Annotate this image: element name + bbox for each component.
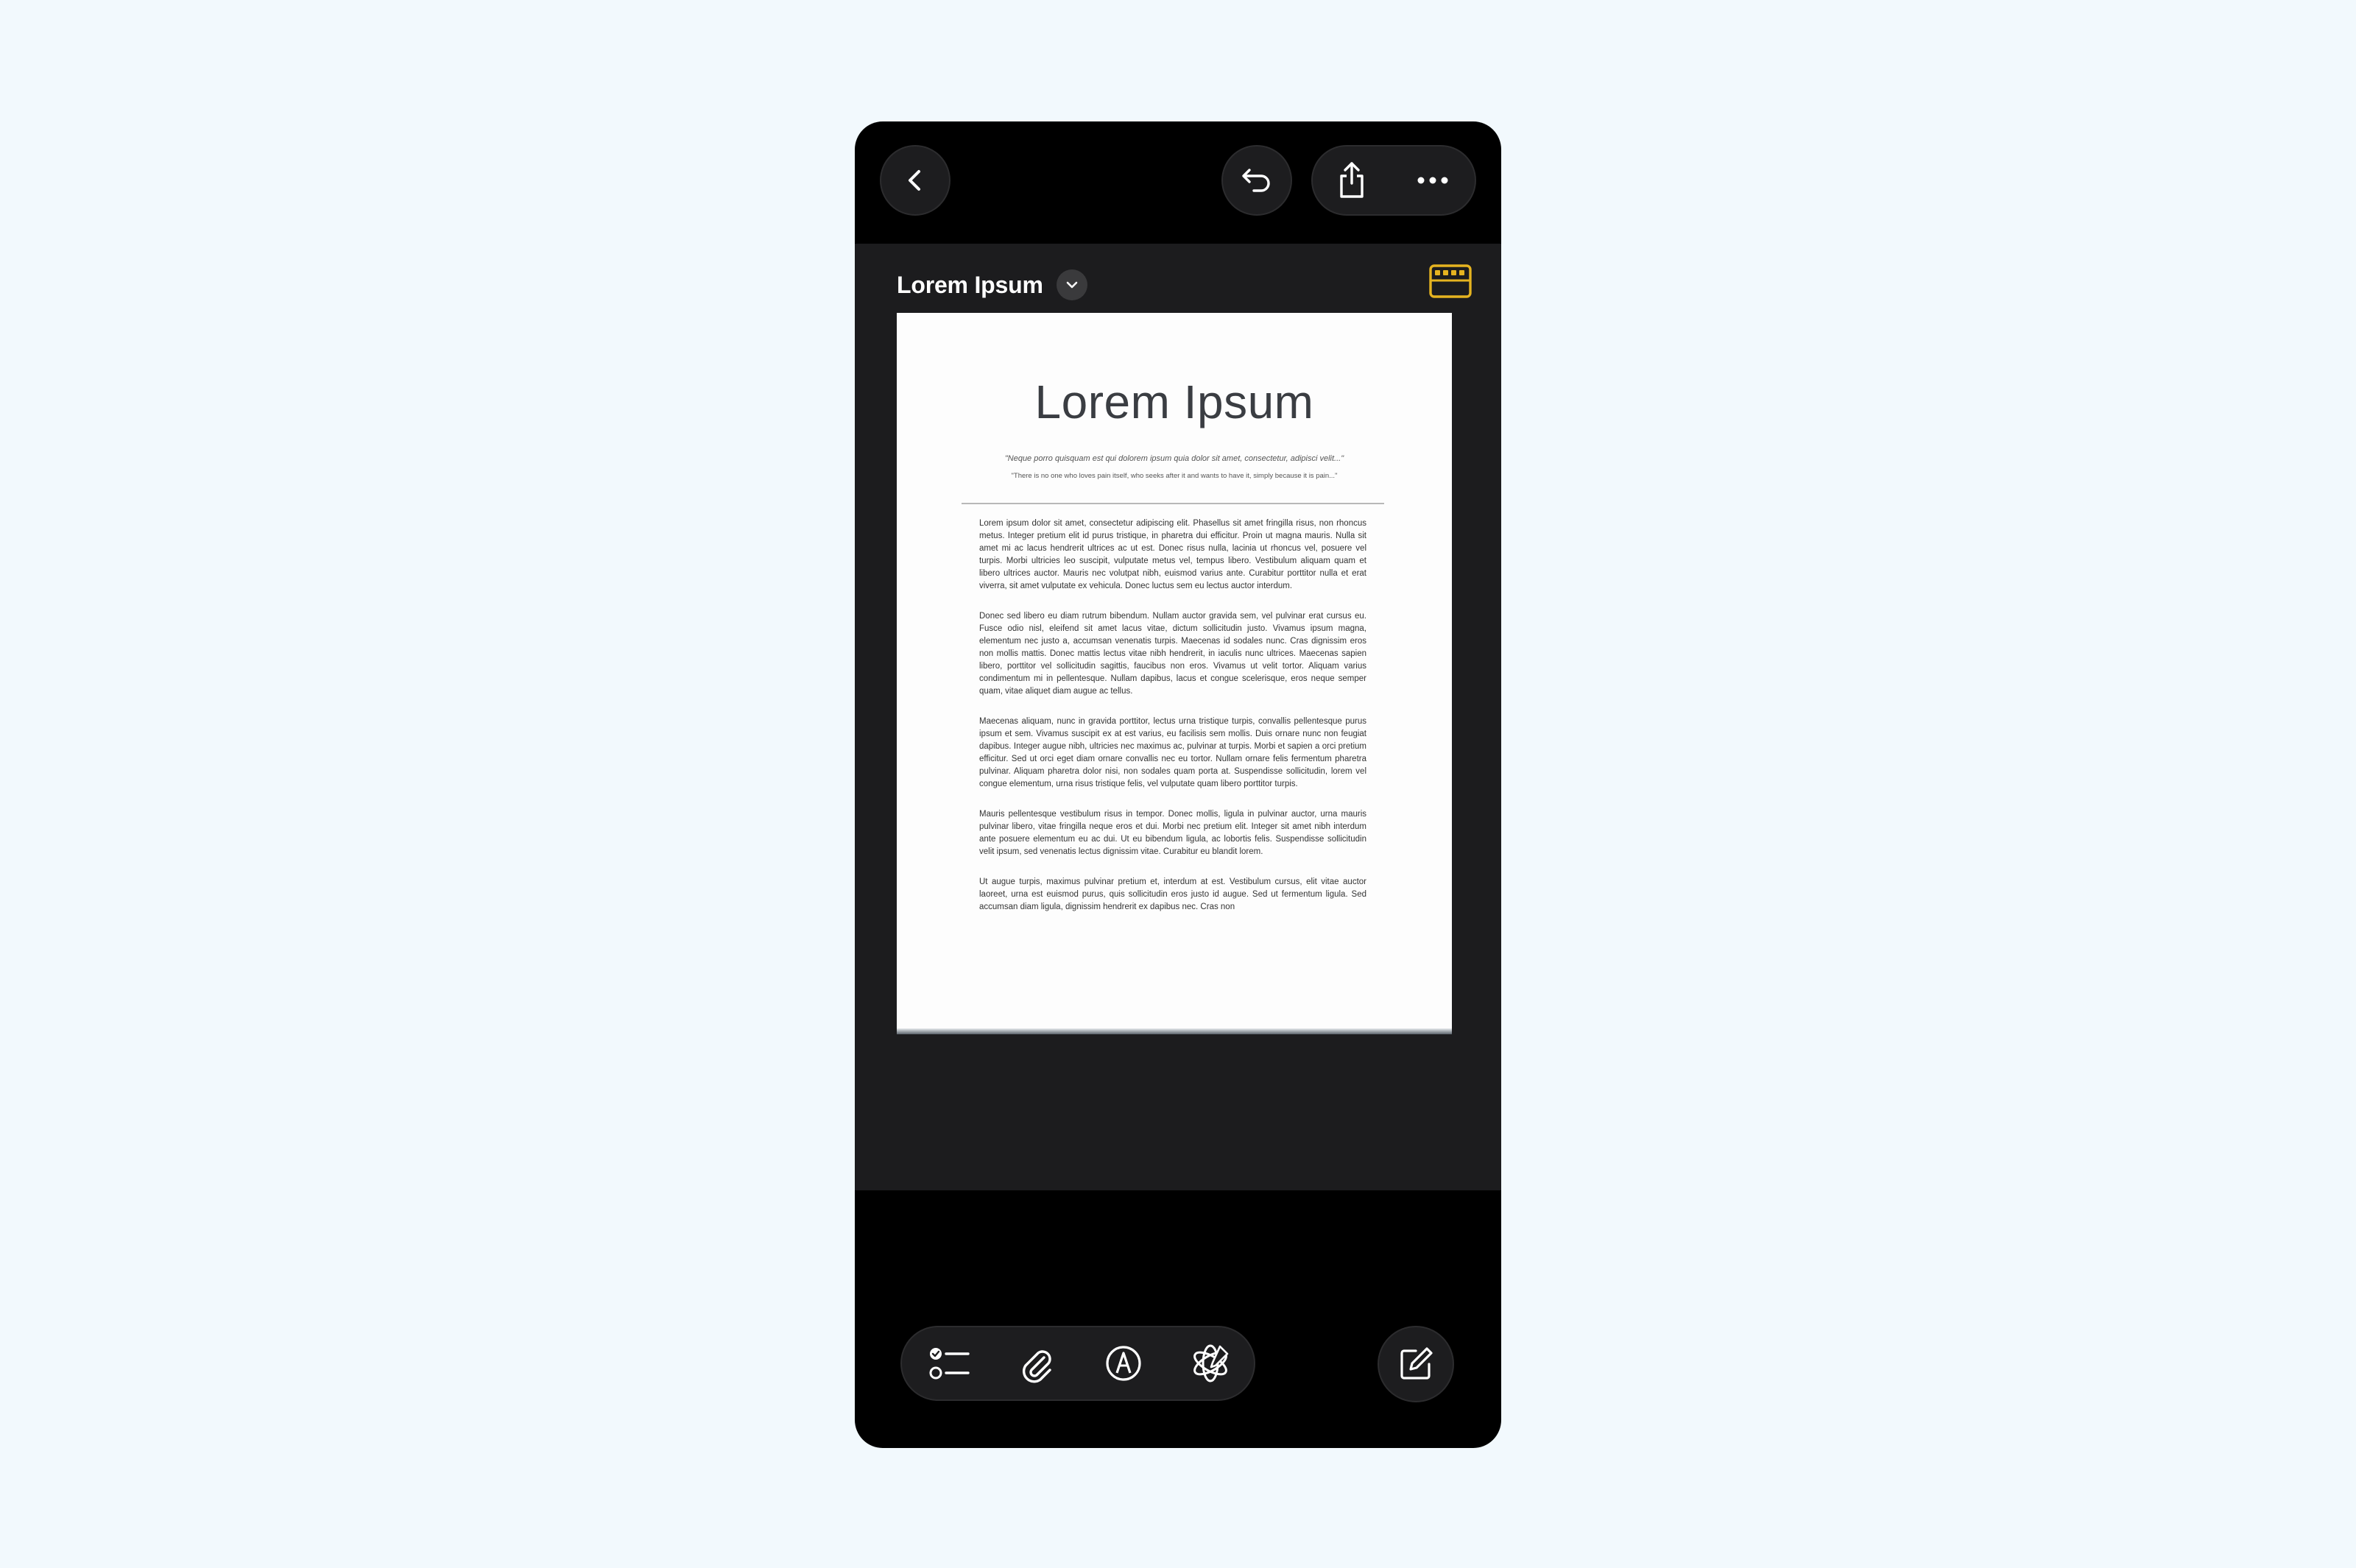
- divider: [962, 503, 1384, 504]
- ellipsis-icon: [1417, 177, 1448, 184]
- scan-quote: "Neque porro quisquam est qui dolorem ip…: [1004, 454, 1344, 463]
- keyboard-icon: [1429, 264, 1472, 298]
- markup-button[interactable]: [1080, 1327, 1167, 1399]
- chevron-down-icon: [1056, 269, 1087, 300]
- back-button[interactable]: [880, 145, 950, 216]
- keyboard-button[interactable]: [1428, 258, 1473, 304]
- notes-app-window: Lorem Ipsum Lorem Ipsum "Neque porro qui…: [855, 121, 1501, 1448]
- more-button[interactable]: [1391, 146, 1475, 214]
- scan-heading: Lorem Ipsum: [1034, 375, 1314, 428]
- undo-arrow-icon: [1242, 169, 1270, 192]
- scan-paragraph: Mauris pellentesque vestibulum risus in …: [979, 810, 1366, 856]
- checklist-icon: [929, 1348, 970, 1380]
- share-icon: [1340, 162, 1364, 198]
- markup-pen-icon: [1106, 1346, 1141, 1381]
- checklist-button[interactable]: [906, 1327, 993, 1399]
- undo-button[interactable]: [1221, 145, 1292, 216]
- document-title-menu[interactable]: Lorem Ipsum: [897, 263, 1087, 307]
- compose-button[interactable]: [1378, 1326, 1454, 1402]
- scan-paragraph: Lorem ipsum dolor sit amet, consectetur …: [979, 519, 1366, 590]
- scan-body: Lorem ipsum dolor sit amet, consectetur …: [979, 518, 1366, 931]
- compose-icon: [1400, 1347, 1433, 1380]
- scanned-document-page[interactable]: Lorem Ipsum "Neque porro quisquam est qu…: [897, 313, 1452, 1034]
- document-title: Lorem Ipsum: [897, 271, 1043, 298]
- attachment-button[interactable]: [993, 1327, 1080, 1399]
- paperclip-icon: [1022, 1350, 1051, 1383]
- share-more-group: [1311, 145, 1476, 216]
- scan-paragraph: Ut augue turpis, maximus pulvinar pretiu…: [979, 877, 1366, 911]
- page-bottom-edge: [897, 1028, 1452, 1034]
- writing-tools-icon: [1193, 1344, 1229, 1382]
- scan-paragraph: Donec sed libero eu diam rutrum bibendum…: [979, 612, 1366, 696]
- scan-quote-translation: "There is no one who loves pain itself, …: [1011, 472, 1338, 480]
- bottom-tool-group: [900, 1326, 1255, 1401]
- chevron-left-icon: [909, 170, 920, 191]
- share-button[interactable]: [1313, 146, 1391, 214]
- scan-paragraph: Maecenas aliquam, nunc in gravida portti…: [979, 717, 1366, 788]
- writing-tools-button[interactable]: [1167, 1327, 1254, 1399]
